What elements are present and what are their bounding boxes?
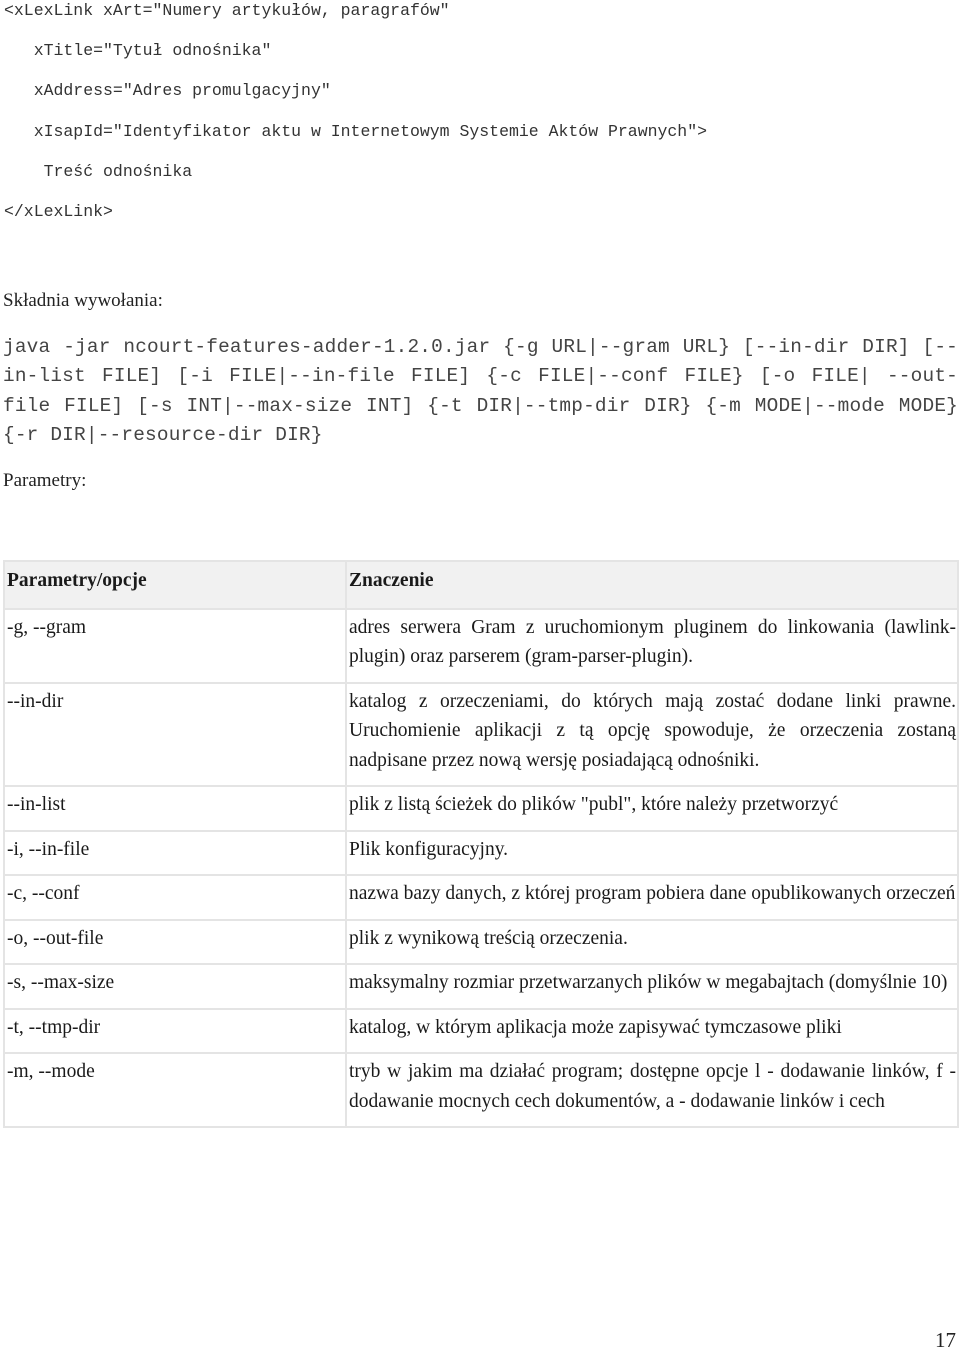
code-line: <xLexLink xArt="Numery artykułów, paragr… bbox=[4, 1, 450, 20]
description-cell: maksymalny rozmiar przetwarzanych plików… bbox=[345, 963, 959, 1010]
table-row: -o, --out-file plik z wynikową treścią o… bbox=[3, 918, 959, 965]
table-row: -c, --conf nazwa bazy danych, z której p… bbox=[3, 874, 959, 921]
parameters-table: Parametry/opcje Znaczenie -g, --gram adr… bbox=[3, 560, 959, 1128]
syntax-heading: Składnia wywołania: bbox=[3, 290, 163, 311]
description-cell: plik z listą ścieżek do plików "publ", k… bbox=[345, 785, 959, 832]
table-row: -s, --max-size maksymalny rozmiar przetw… bbox=[3, 963, 959, 1010]
table-row: --in-list plik z listą ścieżek do plików… bbox=[3, 785, 959, 832]
option-cell: --in-list bbox=[3, 785, 347, 832]
option-cell: -c, --conf bbox=[3, 874, 347, 921]
description-cell: Plik konfiguracyjny. bbox=[345, 829, 959, 876]
description-cell: adres serwera Gram z uruchomionym plugin… bbox=[345, 607, 959, 684]
option-cell: -m, --mode bbox=[3, 1052, 347, 1128]
description-cell: katalog z orzeczeniami, do których mają … bbox=[345, 681, 959, 787]
description-cell: katalog, w którym aplikacja może zapisyw… bbox=[345, 1007, 959, 1054]
code-line: xTitle="Tytuł odnośnika" bbox=[4, 41, 272, 61]
table-row: -i, --in-file Plik konfiguracyjny. bbox=[3, 829, 959, 876]
table-row: -t, --tmp-dir katalog, w którym aplikacj… bbox=[3, 1007, 959, 1054]
code-line: </xLexLink> bbox=[4, 201, 113, 221]
option-cell: -i, --in-file bbox=[3, 829, 347, 876]
table-header-row: Parametry/opcje Znaczenie bbox=[3, 560, 959, 610]
option-cell: -s, --max-size bbox=[3, 963, 347, 1010]
description-cell: plik z wynikową treścią orzeczenia. bbox=[345, 918, 959, 965]
code-line: Treść odnośnika bbox=[4, 161, 193, 181]
option-cell: -t, --tmp-dir bbox=[3, 1007, 347, 1054]
page-number: 17 bbox=[935, 1328, 956, 1352]
option-cell: -o, --out-file bbox=[3, 918, 347, 965]
code-line: xAddress="Adres promulgacyjny" bbox=[4, 81, 331, 101]
code-line: xIsapId="Identyfikator aktu w Internetow… bbox=[4, 121, 708, 141]
description-cell: tryb w jakim ma działać program; dostępn… bbox=[345, 1052, 959, 1128]
table-row: --in-dir katalog z orzeczeniami, do któr… bbox=[3, 681, 959, 787]
column-header-meaning: Znaczenie bbox=[345, 560, 959, 610]
description-cell: nazwa bazy danych, z której program pobi… bbox=[345, 874, 959, 921]
table-row: -g, --gram adres serwera Gram z uruchomi… bbox=[3, 607, 959, 684]
option-cell: --in-dir bbox=[3, 681, 347, 787]
xml-code-example: <xLexLink xArt="Numery artykułów, paragr… bbox=[4, 0, 707, 241]
syntax-command: java -jar ncourt-features-adder-1.2.0.ja… bbox=[3, 336, 958, 447]
table-row: -m, --mode tryb w jakim ma działać progr… bbox=[3, 1052, 959, 1128]
params-heading: Parametry: bbox=[3, 470, 87, 491]
option-cell: -g, --gram bbox=[3, 607, 347, 684]
column-header-options: Parametry/opcje bbox=[3, 560, 347, 610]
